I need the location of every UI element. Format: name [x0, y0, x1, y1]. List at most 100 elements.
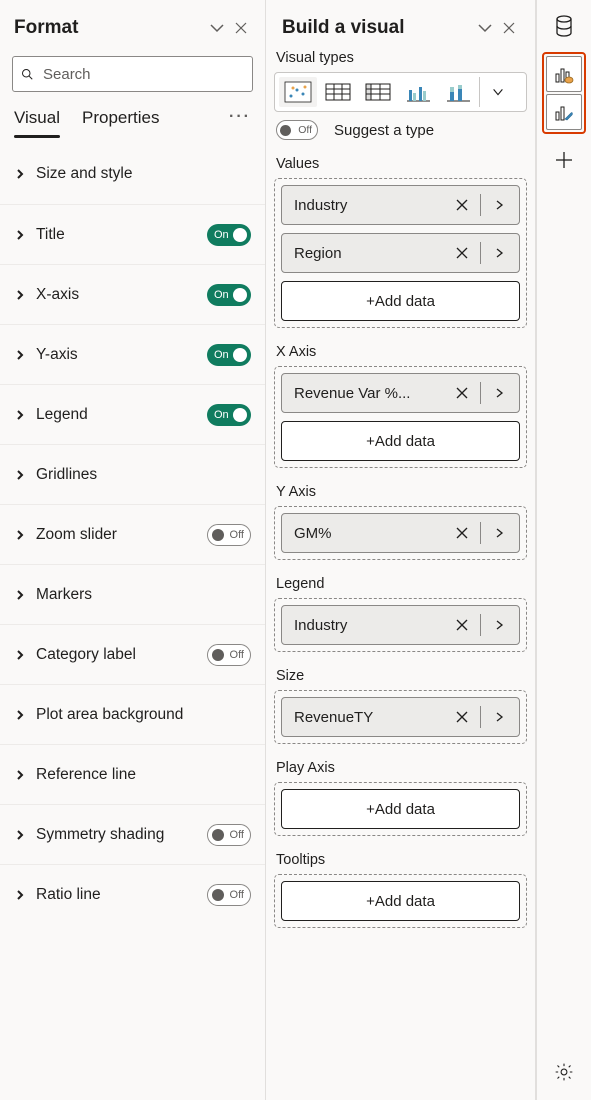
format-card[interactable]: Symmetry shading Off — [0, 804, 265, 864]
add-data-button[interactable]: +Add data — [281, 881, 520, 921]
well-label: Y Axis — [274, 478, 527, 506]
field-well-section: Values Industry Region +Add data — [268, 150, 533, 338]
visual-type-stacked-bar[interactable] — [439, 77, 477, 107]
chevron-right-icon — [14, 469, 26, 481]
card-label: Reference line — [36, 766, 251, 784]
card-label: Size and style — [36, 165, 251, 183]
toggle-off[interactable]: Off — [207, 524, 251, 546]
build-title: Build a visual — [282, 17, 473, 39]
field-chip[interactable]: Region — [281, 233, 520, 273]
rail-settings-button[interactable] — [544, 1052, 584, 1092]
field-well[interactable]: +Add data — [274, 874, 527, 928]
suggest-row: Off Suggest a type — [268, 112, 533, 150]
card-label: Gridlines — [36, 466, 251, 484]
remove-field-button[interactable] — [452, 618, 472, 632]
chevron-right-icon — [14, 409, 26, 421]
remove-field-button[interactable] — [452, 710, 472, 724]
field-name: Industry — [294, 197, 452, 214]
field-chip[interactable]: GM% — [281, 513, 520, 553]
search-box[interactable] — [12, 56, 253, 92]
field-well-section: Tooltips +Add data — [268, 846, 533, 938]
format-tabs: Visual Properties ··· — [0, 102, 265, 138]
field-well[interactable]: GM% — [274, 506, 527, 560]
card-label: Plot area background — [36, 706, 251, 724]
rail-data-button[interactable] — [544, 6, 584, 46]
field-menu-button[interactable] — [489, 618, 509, 632]
visual-type-matrix[interactable] — [359, 77, 397, 107]
field-menu-button[interactable] — [489, 710, 509, 724]
format-card[interactable]: Reference line — [0, 744, 265, 804]
format-card[interactable]: Ratio line Off — [0, 864, 265, 924]
field-chip[interactable]: Industry — [281, 185, 520, 225]
toggle-on[interactable]: On — [207, 344, 251, 366]
field-well-section: Play Axis +Add data — [268, 754, 533, 846]
field-chip[interactable]: Revenue Var %... — [281, 373, 520, 413]
suggest-toggle[interactable]: Off — [276, 120, 318, 140]
toggle-off[interactable]: Off — [207, 644, 251, 666]
remove-field-button[interactable] — [452, 526, 472, 540]
format-card[interactable]: Y-axis On — [0, 324, 265, 384]
toggle-off[interactable]: Off — [207, 884, 251, 906]
toggle-on[interactable]: On — [207, 284, 251, 306]
field-name: RevenueTY — [294, 709, 452, 726]
field-well[interactable]: Industry Region +Add data — [274, 178, 527, 328]
field-well[interactable]: RevenueTY — [274, 690, 527, 744]
format-card[interactable]: Plot area background — [0, 684, 265, 744]
card-label: Y-axis — [36, 346, 207, 364]
add-data-button[interactable]: +Add data — [281, 789, 520, 829]
visual-type-table[interactable] — [319, 77, 357, 107]
field-well[interactable]: Industry — [274, 598, 527, 652]
build-header: Build a visual — [268, 0, 533, 48]
right-rail — [536, 0, 591, 1100]
format-card[interactable]: Gridlines — [0, 444, 265, 504]
format-card[interactable]: Zoom slider Off — [0, 504, 265, 564]
visual-type-clustered-bar[interactable] — [399, 77, 437, 107]
add-data-button[interactable]: +Add data — [281, 281, 520, 321]
format-card[interactable]: X-axis On — [0, 264, 265, 324]
toggle-on[interactable]: On — [207, 224, 251, 246]
rail-add-button[interactable] — [544, 140, 584, 180]
well-label: Tooltips — [274, 846, 527, 874]
close-pane-button[interactable] — [229, 16, 253, 40]
format-cards-list: Size and style Title On X-axis On Y-axis… — [0, 138, 265, 1100]
field-well[interactable]: +Add data — [274, 782, 527, 836]
chevron-right-icon — [14, 709, 26, 721]
rail-build-button[interactable] — [546, 56, 582, 92]
toggle-off[interactable]: Off — [207, 824, 251, 846]
visual-types-expand[interactable] — [479, 77, 515, 107]
chevron-right-icon — [14, 349, 26, 361]
suggest-label: Suggest a type — [334, 122, 434, 139]
format-card[interactable]: Title On — [0, 204, 265, 264]
rail-highlight-group — [542, 52, 586, 134]
format-card[interactable]: Size and style — [0, 144, 265, 204]
field-well[interactable]: Revenue Var %... +Add data — [274, 366, 527, 468]
tab-more[interactable]: ··· — [229, 108, 251, 132]
collapse-pane-button[interactable] — [205, 16, 229, 40]
search-input[interactable] — [41, 65, 244, 84]
toggle-on[interactable]: On — [207, 404, 251, 426]
remove-field-button[interactable] — [452, 246, 472, 260]
field-menu-button[interactable] — [489, 526, 509, 540]
visual-types-gallery — [274, 72, 527, 112]
format-card[interactable]: Category label Off — [0, 624, 265, 684]
field-menu-button[interactable] — [489, 246, 509, 260]
remove-field-button[interactable] — [452, 386, 472, 400]
tab-properties[interactable]: Properties — [82, 102, 159, 138]
format-card[interactable]: Legend On — [0, 384, 265, 444]
close-build-button[interactable] — [497, 16, 521, 40]
field-menu-button[interactable] — [489, 198, 509, 212]
field-wells: Values Industry Region +Add data X Axis … — [268, 150, 533, 938]
collapse-build-button[interactable] — [473, 16, 497, 40]
visual-type-scatter[interactable] — [279, 77, 317, 107]
rail-format-button[interactable] — [546, 94, 582, 130]
build-pane: Build a visual Visual types Off — [266, 0, 536, 1100]
field-menu-button[interactable] — [489, 386, 509, 400]
add-data-button[interactable]: +Add data — [281, 421, 520, 461]
remove-field-button[interactable] — [452, 198, 472, 212]
field-chip[interactable]: RevenueTY — [281, 697, 520, 737]
field-chip[interactable]: Industry — [281, 605, 520, 645]
well-label: Play Axis — [274, 754, 527, 782]
chevron-right-icon — [14, 529, 26, 541]
tab-visual[interactable]: Visual — [14, 102, 60, 138]
format-card[interactable]: Markers — [0, 564, 265, 624]
